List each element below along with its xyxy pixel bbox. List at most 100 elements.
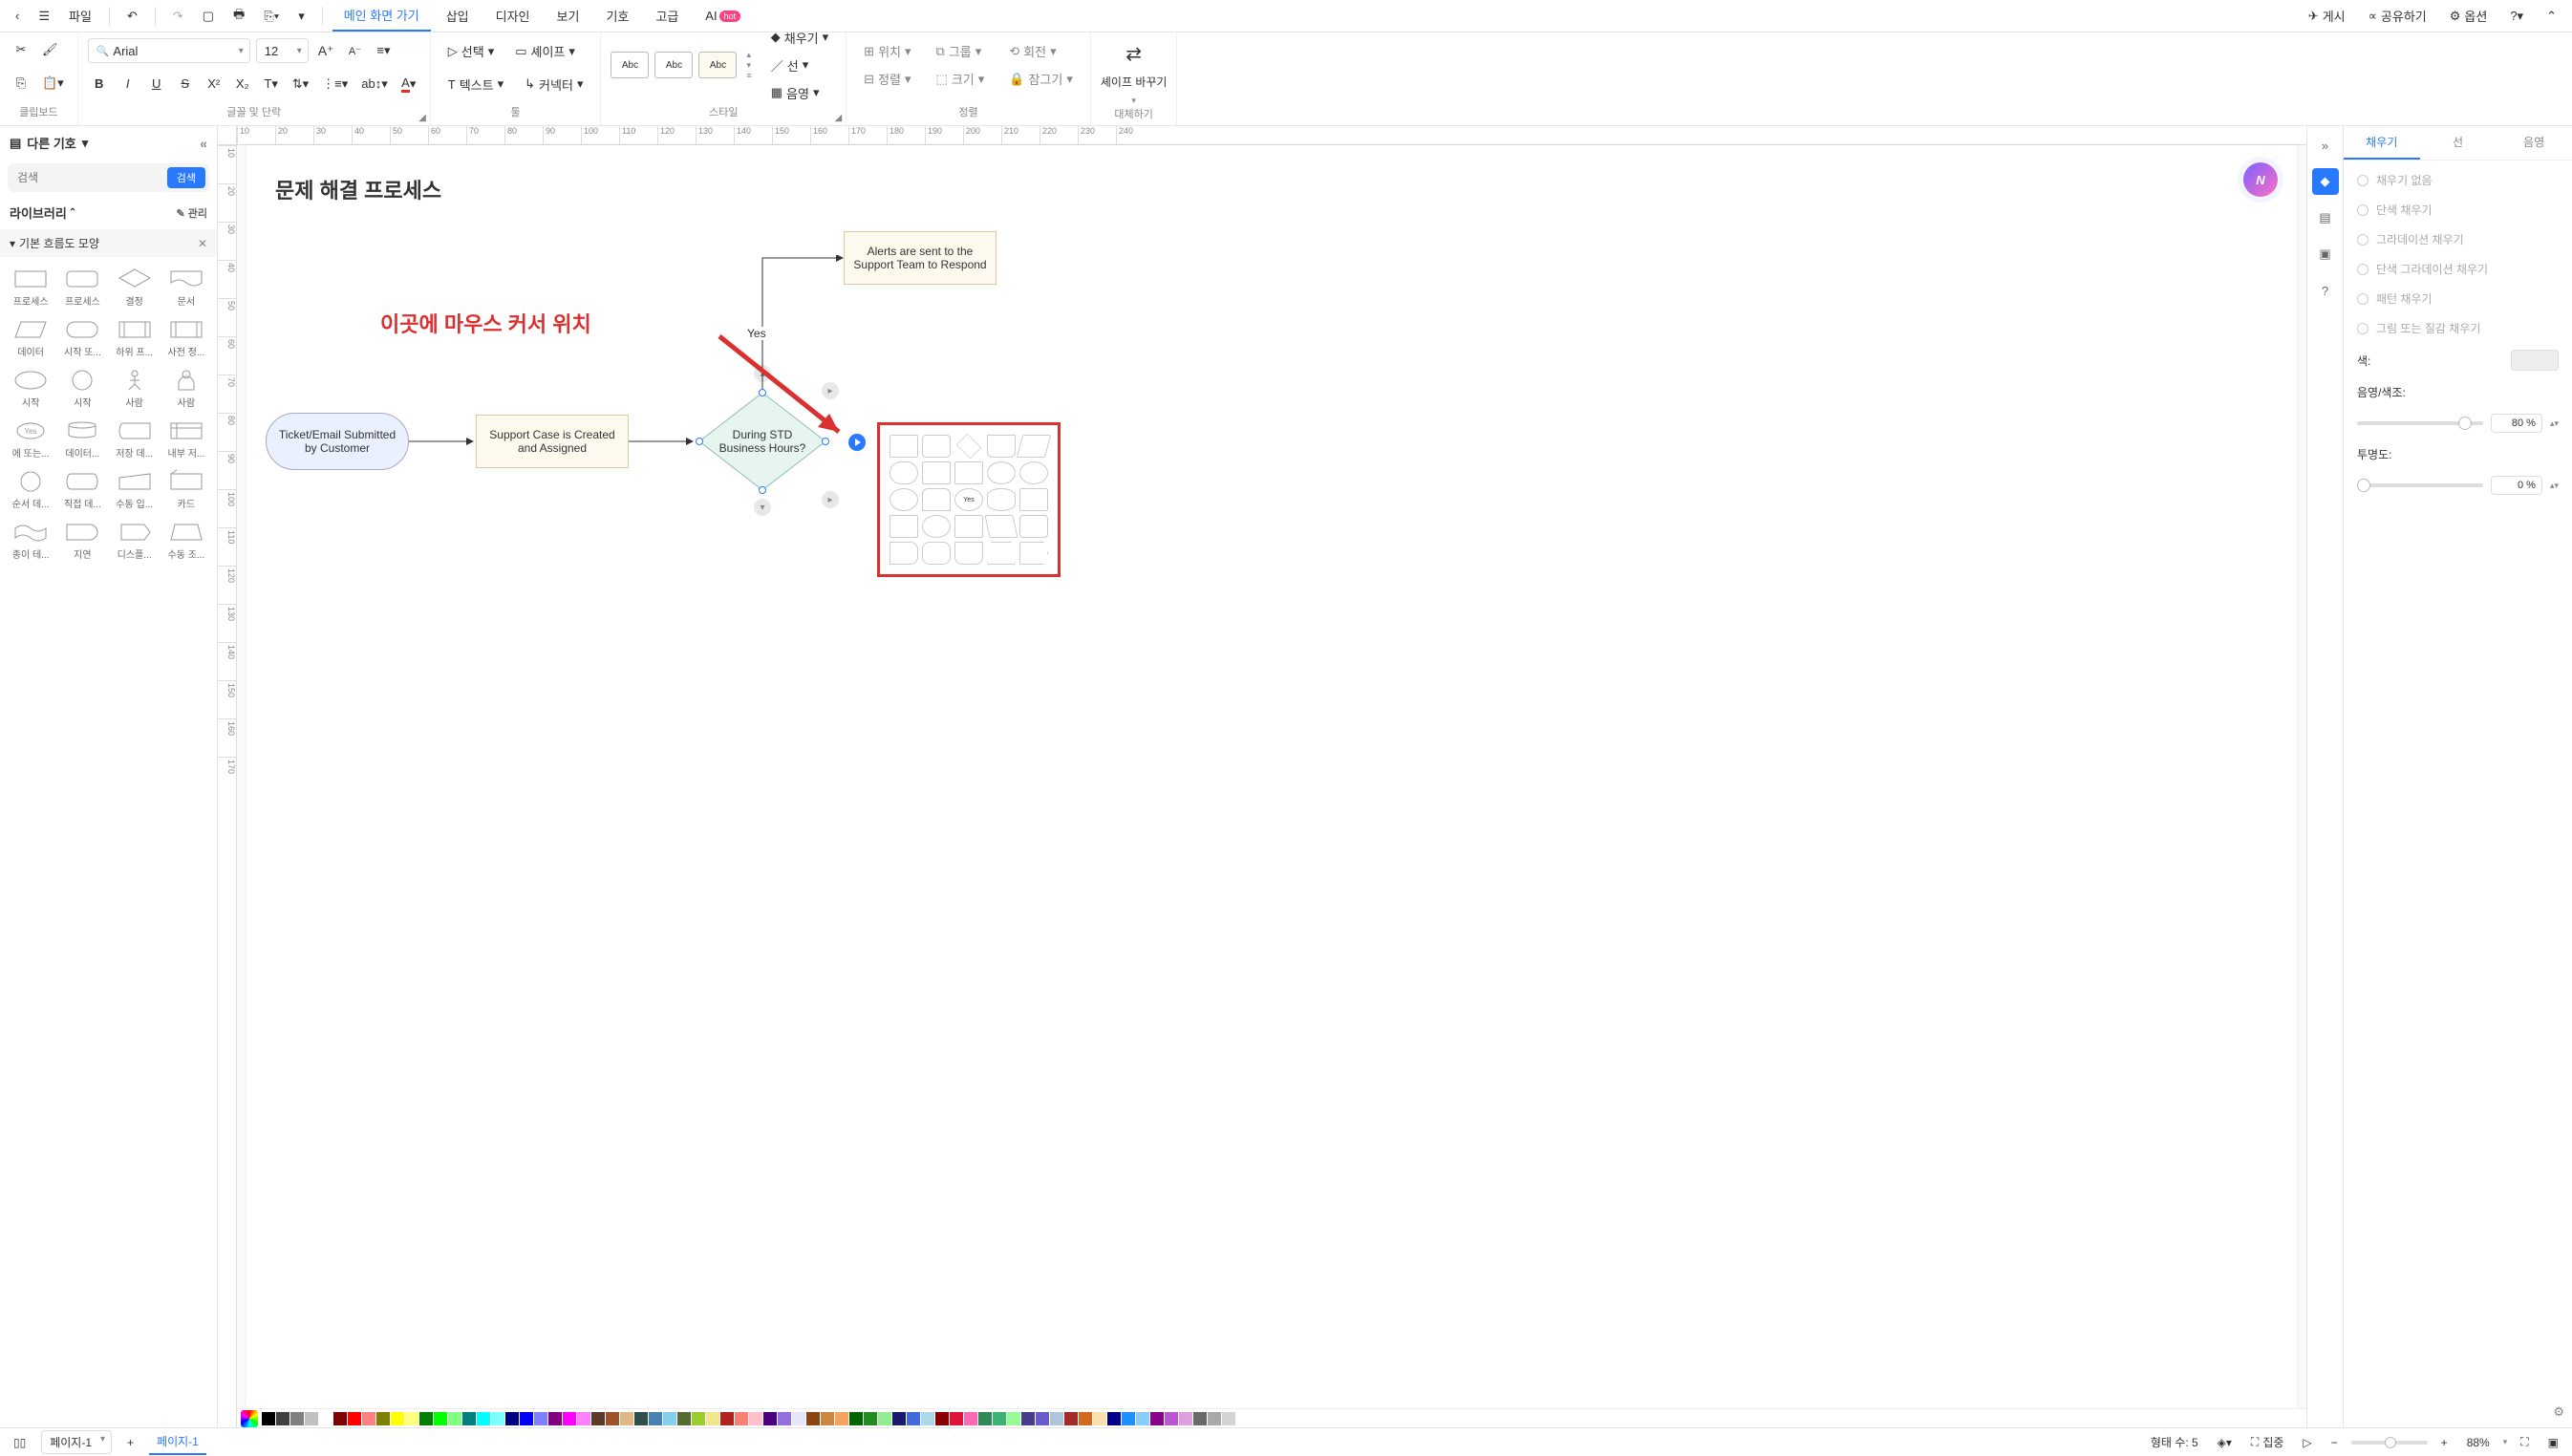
palette-swatch[interactable] — [505, 1412, 519, 1425]
popup-shape[interactable] — [987, 542, 1016, 565]
underline-button[interactable]: U — [145, 73, 168, 96]
palette-swatch[interactable] — [964, 1412, 977, 1425]
palette-swatch[interactable] — [907, 1412, 920, 1425]
palette-swatch[interactable] — [634, 1412, 648, 1425]
replace-shape-icon[interactable]: ⇄ — [1125, 42, 1142, 66]
palette-swatch[interactable] — [1107, 1412, 1121, 1425]
palette-swatch[interactable] — [677, 1412, 691, 1425]
tint-value[interactable]: 80 % — [2491, 414, 2542, 433]
palette-swatch[interactable] — [1064, 1412, 1078, 1425]
tab-shadow[interactable]: 음영 — [2496, 126, 2572, 160]
fill-pattern-radio[interactable]: 패턴 채우기 — [2357, 290, 2559, 307]
font-color-button[interactable]: A▾ — [397, 73, 420, 96]
menu-icon[interactable]: ☰ — [31, 5, 57, 28]
line-spacing-button[interactable]: ⇅▾ — [289, 73, 312, 96]
palette-swatch[interactable] — [520, 1412, 533, 1425]
palette-swatch[interactable] — [649, 1412, 662, 1425]
expand-right-panel[interactable]: » — [2312, 132, 2339, 159]
tab-fill[interactable]: 채우기 — [2344, 126, 2420, 160]
line-button[interactable]: ／ 선▾ — [763, 53, 836, 78]
tab-advanced[interactable]: 고급 — [644, 1, 690, 31]
shape-library-item[interactable]: 저장 데... — [110, 415, 160, 463]
palette-swatch[interactable] — [1208, 1412, 1221, 1425]
shape-library-item[interactable]: 사전 정... — [161, 313, 211, 362]
font-dialog-launcher[interactable]: ◢ — [418, 113, 426, 123]
help-button[interactable]: ?▾ — [2502, 5, 2531, 28]
palette-swatch[interactable] — [462, 1412, 476, 1425]
shape-search-input[interactable] — [17, 171, 167, 184]
palette-swatch[interactable] — [835, 1412, 848, 1425]
palette-swatch[interactable] — [792, 1412, 805, 1425]
palette-swatch[interactable] — [262, 1412, 275, 1425]
format-painter-icon[interactable]: ◆ — [2312, 168, 2339, 195]
shape-library-item[interactable]: 지연 — [57, 516, 107, 565]
node-process[interactable]: Support Case is Created and Assigned — [476, 415, 629, 468]
bold-button[interactable]: B — [88, 73, 111, 96]
symbol-selector-header[interactable]: ▤ 다른 기호 ▾ « — [0, 126, 217, 160]
palette-swatch[interactable] — [778, 1412, 791, 1425]
palette-swatch[interactable] — [1150, 1412, 1164, 1425]
color-picker-icon[interactable] — [241, 1410, 258, 1427]
palette-swatch[interactable] — [319, 1412, 332, 1425]
palette-swatch[interactable] — [1122, 1412, 1135, 1425]
palette-swatch[interactable] — [978, 1412, 992, 1425]
style-preset-3[interactable]: Abc — [698, 52, 737, 78]
popup-shape[interactable] — [922, 515, 951, 538]
zoom-slider[interactable] — [2351, 1441, 2428, 1445]
replace-shape-button[interactable]: 셰이프 바꾸기 — [1101, 74, 1168, 90]
connector-tool[interactable]: ↳ 커넥터▾ — [517, 72, 590, 97]
palette-swatch[interactable] — [763, 1412, 777, 1425]
strikethrough-button[interactable]: S — [174, 73, 197, 96]
more-dropdown[interactable]: ▾ — [290, 5, 312, 28]
palette-swatch[interactable] — [290, 1412, 304, 1425]
format-painter-button[interactable]: 🖌 — [38, 38, 62, 61]
collapse-ribbon-button[interactable]: ⌃ — [2539, 5, 2564, 28]
palette-swatch[interactable] — [591, 1412, 605, 1425]
shape-library-item[interactable]: 직접 데... — [57, 465, 107, 514]
select-tool[interactable]: ▷ 선택▾ — [440, 38, 502, 64]
palette-swatch[interactable] — [276, 1412, 289, 1425]
layers-icon[interactable]: ◈▾ — [2212, 1434, 2238, 1451]
shape-library-item[interactable]: 사람 — [161, 364, 211, 413]
print-button[interactable]: 🖶 — [225, 2, 252, 31]
palette-swatch[interactable] — [534, 1412, 547, 1425]
palette-swatch[interactable] — [921, 1412, 934, 1425]
shape-library-item[interactable]: 시작 또... — [57, 313, 107, 362]
palette-swatch[interactable] — [806, 1412, 820, 1425]
color-swatch[interactable] — [2511, 350, 2559, 371]
popup-shape[interactable] — [1019, 515, 1048, 538]
palette-swatch[interactable] — [1050, 1412, 1063, 1425]
popup-shape[interactable] — [1019, 542, 1048, 565]
palette-swatch[interactable] — [362, 1412, 375, 1425]
shape-library-item[interactable]: 카드 — [161, 465, 211, 514]
manage-library-button[interactable]: ✎ 관리 — [176, 205, 207, 221]
palette-swatch[interactable] — [864, 1412, 877, 1425]
palette-swatch[interactable] — [1021, 1412, 1035, 1425]
sel-handle-w[interactable] — [696, 438, 703, 445]
palette-swatch[interactable] — [620, 1412, 633, 1425]
tab-ai[interactable]: AI hot — [694, 3, 752, 29]
shape-library-item[interactable]: 데이터... — [57, 415, 107, 463]
cut-button[interactable]: ✂ — [10, 38, 32, 61]
style-preset-1[interactable]: Abc — [611, 52, 649, 78]
palette-swatch[interactable] — [1179, 1412, 1192, 1425]
palette-swatch[interactable] — [391, 1412, 404, 1425]
italic-button[interactable]: I — [117, 73, 139, 96]
zoom-in-button[interactable]: + — [2435, 1434, 2454, 1451]
redo-button[interactable]: ↷ — [165, 5, 191, 28]
palette-swatch[interactable] — [821, 1412, 834, 1425]
page-tab-1[interactable]: 페이지-1 — [149, 1429, 206, 1455]
align-button-2[interactable]: ⊟ 정렬▾ — [856, 66, 918, 92]
palette-swatch[interactable] — [993, 1412, 1006, 1425]
palette-swatch[interactable] — [749, 1412, 762, 1425]
group-button[interactable]: ⧉ 그룹▾ — [929, 38, 993, 64]
popup-shape[interactable] — [922, 435, 951, 458]
palette-swatch[interactable] — [606, 1412, 619, 1425]
category-close-icon[interactable]: ✕ — [198, 237, 207, 250]
page-select[interactable]: 페이지-1 — [41, 1430, 112, 1454]
style-preset-2[interactable]: Abc — [654, 52, 693, 78]
position-button[interactable]: ⊞ 위치▾ — [856, 38, 918, 64]
save-button[interactable]: ▢ — [195, 5, 222, 28]
popup-shape[interactable] — [889, 461, 918, 484]
sel-handle-s[interactable] — [759, 486, 766, 494]
